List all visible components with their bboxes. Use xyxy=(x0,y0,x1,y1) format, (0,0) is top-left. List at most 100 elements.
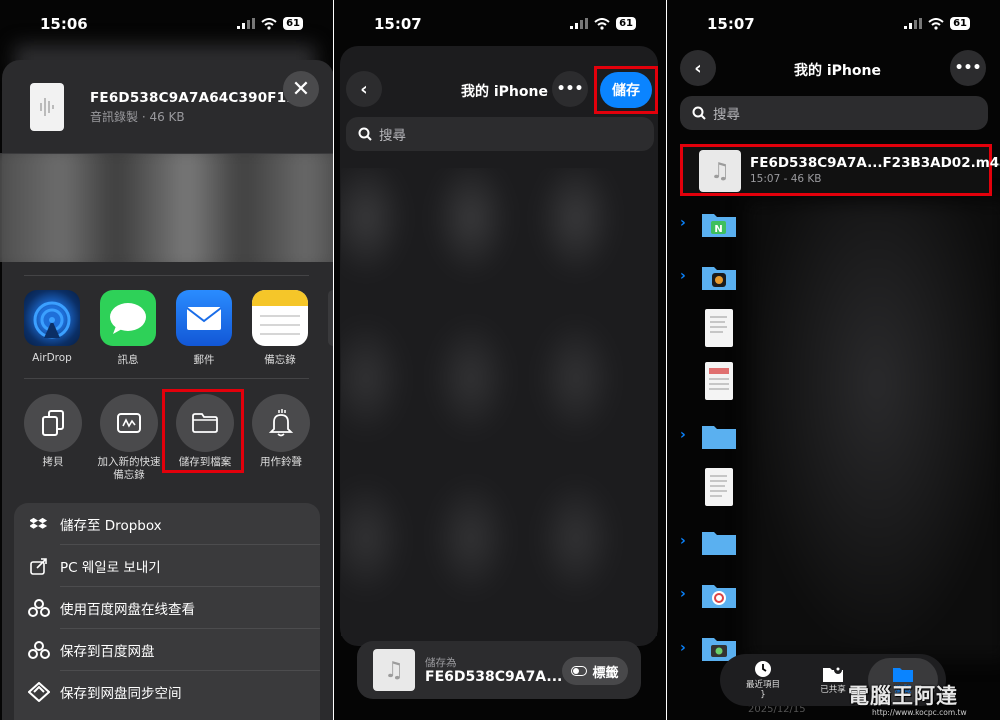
status-bar: 15:07 61 xyxy=(334,0,666,44)
list-item-label: 保存到网盘同步空间 xyxy=(60,686,182,702)
tags-label: 標籤 xyxy=(592,665,619,681)
signal-icon xyxy=(904,18,923,29)
document-thumbnail[interactable] xyxy=(705,468,733,506)
app-partial[interactable] xyxy=(328,290,333,346)
close-icon: ✕ xyxy=(291,76,311,102)
app-label: AirDrop xyxy=(32,352,72,364)
share-actions-list: 儲存至 Dropbox PC 웨일로 보내기 使用百度网盘在线查看 保存到百度网… xyxy=(14,503,320,720)
page-title: 我的 iPhone xyxy=(794,63,881,79)
airdrop-icon xyxy=(33,301,71,339)
chevron-right-icon[interactable]: › xyxy=(680,533,686,549)
chevron-right-icon[interactable]: › xyxy=(680,427,686,443)
music-note-icon: ♫ xyxy=(710,158,730,184)
save-as-filename[interactable]: FE6D538C9A7A... xyxy=(425,669,562,685)
folder-grid-blurred xyxy=(341,168,657,636)
list-item-baidu-view[interactable]: 使用百度网盘在线查看 xyxy=(14,587,320,629)
action-label-line: 加入新的快速 xyxy=(97,456,161,468)
tab-label: 已共享 xyxy=(820,685,846,695)
document-thumbnail[interactable] xyxy=(705,309,733,347)
list-item-baidu-save[interactable]: 保存到百度网盘 xyxy=(14,629,320,671)
wifi-icon xyxy=(594,17,610,30)
app-messages[interactable] xyxy=(100,290,156,346)
app-label: 訊息 xyxy=(117,354,139,366)
clock-icon xyxy=(755,661,771,677)
folder-icon[interactable] xyxy=(701,422,737,450)
baidu-icon xyxy=(28,641,50,659)
notes-icon xyxy=(252,290,308,335)
app-label: 備忘錄 xyxy=(264,354,296,366)
chevron-right-icon[interactable]: › xyxy=(680,640,686,656)
chevron-right-icon[interactable]: › xyxy=(680,586,686,602)
list-item-whale[interactable]: PC 웨일로 보내기 xyxy=(14,545,320,587)
file-meta: 音訊錄製 · 46 KB xyxy=(90,110,185,124)
search-icon xyxy=(358,127,372,141)
search-placeholder: 搜尋 xyxy=(713,107,740,123)
battery-icon: 61 xyxy=(616,17,636,30)
search-field[interactable]: 搜尋 xyxy=(680,96,988,130)
music-file-thumbnail: ♫ xyxy=(373,649,415,691)
divider xyxy=(24,378,309,379)
highlight-box xyxy=(162,389,244,473)
saved-file-name: FE6D538C9A7A...F23B3AD02.m4a xyxy=(750,155,1000,171)
chevron-right-icon[interactable]: › xyxy=(680,215,686,231)
list-item-label: PC 웨일로 보내기 xyxy=(60,560,161,576)
tab-label: 最近項目 xyxy=(745,680,780,690)
saved-file-meta: 15:07 - 46 KB xyxy=(750,173,822,185)
list-item-sync-space[interactable]: 保存到网盘同步空间 xyxy=(14,671,320,713)
document-thumbnail[interactable] xyxy=(705,362,733,400)
svg-text:N: N xyxy=(714,224,722,235)
watermark-logo: 電腦王阿達 xyxy=(848,683,958,708)
list-item-label: 使用百度网盘在线查看 xyxy=(60,602,195,618)
contacts-row-blurred[interactable] xyxy=(0,154,333,262)
close-button[interactable]: ✕ xyxy=(283,71,319,107)
more-button[interactable]: ••• xyxy=(552,71,588,107)
app-mail[interactable] xyxy=(176,290,232,346)
tags-button[interactable]: 標籤 xyxy=(562,657,628,685)
search-field[interactable]: 搜尋 xyxy=(346,117,654,151)
baidu-icon xyxy=(28,599,50,617)
status-time: 15:07 xyxy=(374,15,422,33)
page-title: 我的 iPhone xyxy=(461,84,548,100)
watermark-url: http://www.kocpc.com.tw xyxy=(872,708,967,717)
ellipsis-icon: ••• xyxy=(954,60,982,76)
file-name: FE6D538C9A7A64C390F1... xyxy=(90,90,303,106)
folder-icon[interactable] xyxy=(701,528,737,556)
back-button[interactable]: ‹ xyxy=(346,71,382,107)
wifi-icon xyxy=(928,17,944,30)
action-label: 用作鈴聲 xyxy=(260,456,302,468)
status-bar: 15:06 61 xyxy=(0,0,333,44)
chevron-right-icon[interactable]: › xyxy=(680,268,686,284)
music-note-icon: ♫ xyxy=(384,657,404,683)
search-placeholder: 搜尋 xyxy=(379,128,406,144)
highlight-box xyxy=(594,66,658,114)
folder-naver-icon[interactable]: N xyxy=(701,210,737,238)
list-item-dropbox[interactable]: 儲存至 Dropbox xyxy=(14,503,320,545)
app-airdrop[interactable] xyxy=(24,290,80,346)
app-label: 郵件 xyxy=(193,354,215,366)
search-icon xyxy=(692,106,706,120)
folder-app-icon[interactable] xyxy=(701,581,737,609)
tab-recents[interactable]: 最近項目 } xyxy=(728,658,798,702)
messages-icon xyxy=(110,303,146,334)
divider xyxy=(24,275,309,276)
app-notes[interactable] xyxy=(252,290,308,346)
list-item-label: 儲存至 Dropbox xyxy=(60,518,162,534)
folder-app-icon[interactable] xyxy=(701,263,737,291)
action-ringtone[interactable] xyxy=(252,394,310,452)
action-copy[interactable] xyxy=(24,394,82,452)
back-button[interactable]: ‹ xyxy=(680,50,716,86)
more-button[interactable]: ••• xyxy=(950,50,986,86)
signal-icon xyxy=(237,18,256,29)
sync-space-icon xyxy=(28,682,50,702)
action-label-line: 備忘錄 xyxy=(113,469,145,481)
copy-icon xyxy=(42,410,64,436)
chevron-left-icon: ‹ xyxy=(694,57,702,79)
list-item-label: 保存到百度网盘 xyxy=(60,644,155,660)
dropbox-icon xyxy=(28,516,50,532)
battery-icon: 61 xyxy=(283,17,303,30)
shared-folder-icon xyxy=(823,666,843,682)
action-quick-note[interactable] xyxy=(100,394,158,452)
ellipsis-icon: ••• xyxy=(556,81,584,97)
file-list-blurred xyxy=(747,200,1000,660)
mail-icon xyxy=(186,307,222,330)
